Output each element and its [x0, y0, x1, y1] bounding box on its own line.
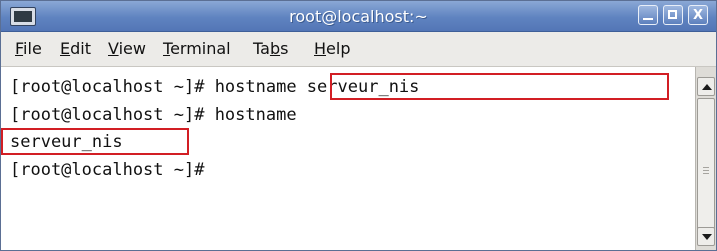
terminal-output[interactable]: [root@localhost ~]# hostname serveur_nis… — [1, 67, 695, 250]
minimize-button[interactable] — [638, 5, 658, 25]
menu-terminal[interactable]: Terminal — [163, 39, 231, 58]
arrow-up-icon — [702, 84, 712, 90]
title-bar[interactable]: root@localhost:~ X — [1, 1, 716, 32]
terminal-window: root@localhost:~ X File Edit View Termin… — [0, 0, 717, 251]
menu-edit[interactable]: Edit — [60, 39, 91, 58]
grip-icon — [703, 167, 709, 168]
terminal-line: [root@localhost ~]# hostname — [10, 105, 297, 125]
close-icon: X — [692, 8, 704, 23]
menu-tabs[interactable]: Tabs — [253, 39, 288, 58]
menu-bar: File Edit View Terminal Tabs Help — [1, 32, 716, 67]
scroll-up-button[interactable] — [697, 77, 715, 96]
vertical-scrollbar[interactable] — [695, 67, 716, 250]
scrollbar-thumb[interactable] — [697, 98, 715, 244]
window-title: root@localhost:~ — [289, 7, 428, 26]
grip-line — [703, 170, 709, 171]
maximize-button[interactable] — [663, 5, 683, 25]
scroll-down-button[interactable] — [697, 227, 715, 246]
menu-file[interactable]: File — [15, 39, 42, 58]
minimize-icon — [643, 18, 653, 20]
terminal-line: [root@localhost ~]# — [10, 160, 205, 180]
grip-line — [703, 173, 709, 174]
maximize-icon — [668, 10, 677, 19]
close-button[interactable]: X — [688, 5, 708, 25]
arrow-down-icon — [702, 234, 712, 240]
menu-view[interactable]: View — [108, 39, 146, 58]
menu-help[interactable]: Help — [314, 39, 350, 58]
output-highlight-box — [1, 128, 189, 155]
command-highlight-box — [330, 73, 669, 100]
